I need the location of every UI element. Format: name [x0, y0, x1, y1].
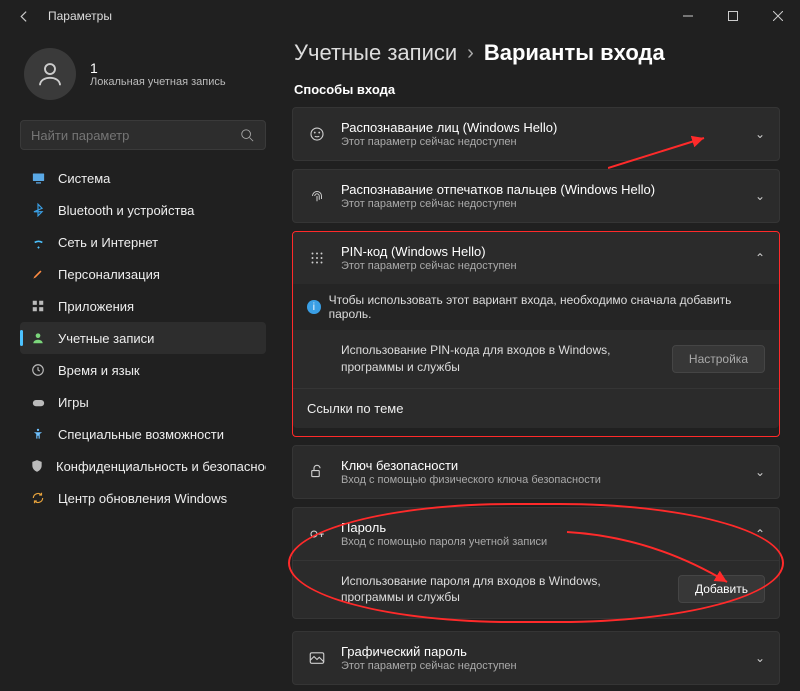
sidebar-item-label: Время и язык [58, 363, 140, 378]
search-box[interactable] [20, 120, 266, 150]
back-button[interactable] [14, 6, 34, 26]
sidebar-item-label: Приложения [58, 299, 134, 314]
user-sub: Локальная учетная запись [90, 76, 226, 88]
option-face[interactable]: Распознавание лиц (Windows Hello)Этот па… [292, 107, 780, 161]
section-label: Способы входа [294, 82, 780, 97]
sidebar-item-update[interactable]: Центр обновления Windows [20, 482, 266, 514]
chevron-down-icon: ⌄ [755, 465, 765, 479]
sidebar-item-network[interactable]: Сеть и Интернет [20, 226, 266, 258]
sidebar-item-privacy[interactable]: Конфиденциальность и безопасность [20, 450, 266, 482]
pin-desc: Использование PIN-кода для входов в Wind… [341, 342, 658, 376]
highlight-password: ПарольВход с помощью пароля учетной запи… [292, 507, 780, 620]
privacy-icon [30, 458, 44, 474]
sidebar-item-apps[interactable]: Приложения [20, 290, 266, 322]
picture-icon [307, 649, 327, 667]
accessibility-icon [30, 426, 46, 442]
apps-icon [30, 298, 46, 314]
personalization-icon [30, 266, 46, 282]
sidebar-item-system[interactable]: Система [20, 162, 266, 194]
sidebar-item-label: Сеть и Интернет [58, 235, 158, 250]
breadcrumb: Учетные записи › Варианты входа [294, 40, 780, 66]
system-icon [30, 170, 46, 186]
password-desc: Использование пароля для входов в Window… [341, 573, 664, 607]
sidebar-item-gaming[interactable]: Игры [20, 386, 266, 418]
maximize-button[interactable] [710, 0, 755, 32]
sidebar-item-accounts[interactable]: Учетные записи [20, 322, 266, 354]
sidebar-item-label: Персонализация [58, 267, 160, 282]
password-icon [307, 525, 327, 543]
user-name: 1 [90, 60, 226, 76]
search-input[interactable] [31, 128, 239, 143]
network-icon [30, 234, 46, 250]
face-icon [307, 125, 327, 143]
sidebar-item-label: Специальные возможности [58, 427, 224, 442]
pin-info: i Чтобы использовать этот вариант входа,… [293, 284, 779, 330]
key-icon [307, 463, 327, 481]
gaming-icon [30, 394, 46, 410]
info-icon: i [307, 300, 321, 314]
sidebar-item-label: Игры [58, 395, 89, 410]
sidebar-item-time[interactable]: Время и язык [20, 354, 266, 386]
fingerprint-icon [307, 187, 327, 205]
sidebar-item-accessibility[interactable]: Специальные возможности [20, 418, 266, 450]
highlight-pin: PIN-код (Windows Hello)Этот параметр сей… [292, 231, 780, 437]
option-fingerprint[interactable]: Распознавание отпечатков пальцев (Window… [292, 169, 780, 223]
option-password[interactable]: ПарольВход с помощью пароля учетной запи… [293, 508, 779, 560]
option-picture-password[interactable]: Графический парольЭтот параметр сейчас н… [292, 631, 780, 685]
sidebar-item-label: Система [58, 171, 110, 186]
sidebar-item-label: Bluetooth и устройства [58, 203, 194, 218]
user-card[interactable]: 1 Локальная учетная запись [24, 48, 266, 100]
time-icon [30, 362, 46, 378]
window-title: Параметры [48, 9, 112, 23]
chevron-up-icon: ⌃ [755, 527, 765, 541]
pin-icon [307, 249, 327, 267]
pin-setup-button[interactable]: Настройка [672, 345, 765, 373]
avatar [24, 48, 76, 100]
sidebar-item-personalization[interactable]: Персонализация [20, 258, 266, 290]
crumb-signin: Варианты входа [484, 40, 665, 66]
option-pin[interactable]: PIN-код (Windows Hello)Этот параметр сей… [293, 232, 779, 284]
sidebar-item-label: Центр обновления Windows [58, 491, 227, 506]
crumb-accounts[interactable]: Учетные записи [294, 40, 457, 66]
update-icon [30, 490, 46, 506]
pin-links[interactable]: Ссылки по теме [293, 388, 779, 428]
chevron-right-icon: › [467, 42, 474, 65]
accounts-icon [30, 330, 46, 346]
chevron-down-icon: ⌄ [755, 127, 765, 141]
sidebar-item-label: Учетные записи [58, 331, 154, 346]
search-icon [239, 127, 255, 143]
minimize-button[interactable] [665, 0, 710, 32]
sidebar-item-bluetooth[interactable]: Bluetooth и устройства [20, 194, 266, 226]
chevron-down-icon: ⌄ [755, 651, 765, 665]
close-button[interactable] [755, 0, 800, 32]
sidebar-item-label: Конфиденциальность и безопасность [56, 459, 266, 474]
option-security-key[interactable]: Ключ безопасностиВход с помощью физическ… [292, 445, 780, 499]
chevron-down-icon: ⌄ [755, 189, 765, 203]
chevron-up-icon: ⌃ [755, 251, 765, 265]
password-add-button[interactable]: Добавить [678, 575, 765, 603]
bluetooth-icon [30, 202, 46, 218]
